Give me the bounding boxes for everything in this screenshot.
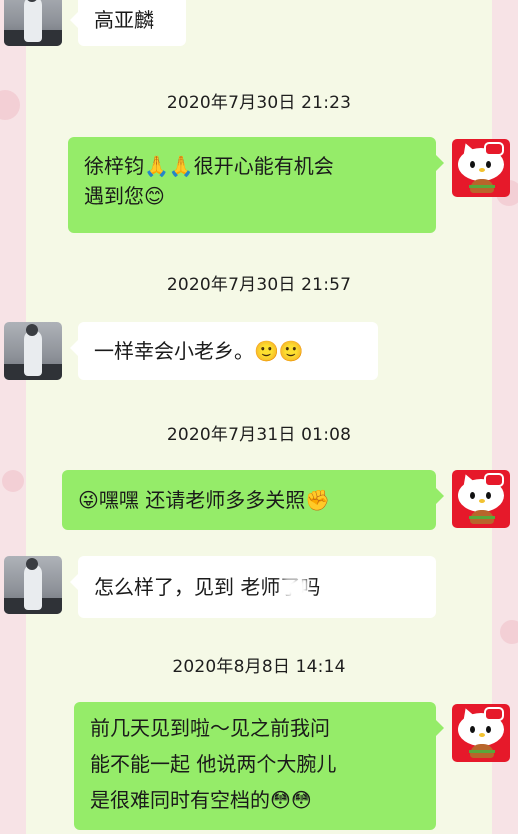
sent-message[interactable]: 徐梓钧🙏🙏很开心能有机会 遇到您😊 (68, 137, 444, 233)
redaction-smudge (282, 578, 308, 598)
timestamp: 2020年8月8日 14:14 (172, 657, 346, 677)
background-dot (500, 620, 518, 644)
background-dot (2, 470, 24, 492)
my-avatar[interactable] (452, 470, 510, 528)
my-avatar[interactable] (452, 704, 510, 762)
timestamp: 2020年7月30日 21:23 (166, 93, 352, 113)
message-text: 高亚麟 (94, 8, 154, 32)
timestamp: 2020年7月30日 21:57 (166, 275, 352, 295)
message-text: 一样幸会小老乡。🙂🙂 (94, 339, 304, 363)
message-text: 😜嘿嘿 还请老师多多关照✊ (78, 488, 331, 512)
timestamp: 2020年7月31日 01:08 (166, 425, 352, 445)
contact-avatar[interactable] (4, 322, 62, 380)
sent-message[interactable]: 前几天见到啦～见之前我问 能不能一起 他说两个大腕儿 是很难同时有空档的😳😳 (74, 702, 444, 830)
contact-avatar[interactable] (4, 0, 62, 46)
message-text-line: 徐梓钧🙏🙏很开心能有机会 (84, 154, 334, 178)
received-message[interactable]: 高亚麟 (70, 0, 186, 46)
background-dot (0, 90, 20, 120)
sent-message[interactable]: 😜嘿嘿 还请老师多多关照✊ (62, 470, 444, 530)
message-text-line: 能不能一起 他说两个大腕儿 (90, 752, 337, 776)
received-message[interactable]: 一样幸会小老乡。🙂🙂 (70, 322, 378, 380)
received-message[interactable]: 怎么样了，见到 老师了吗 (70, 556, 436, 618)
message-text-line: 遇到您😊 (84, 184, 165, 208)
message-text-line: 前几天见到啦～见之前我问 (90, 716, 330, 740)
message-text-line: 是很难同时有空档的😳😳 (90, 788, 312, 812)
my-avatar[interactable] (452, 139, 510, 197)
contact-avatar[interactable] (4, 556, 62, 614)
